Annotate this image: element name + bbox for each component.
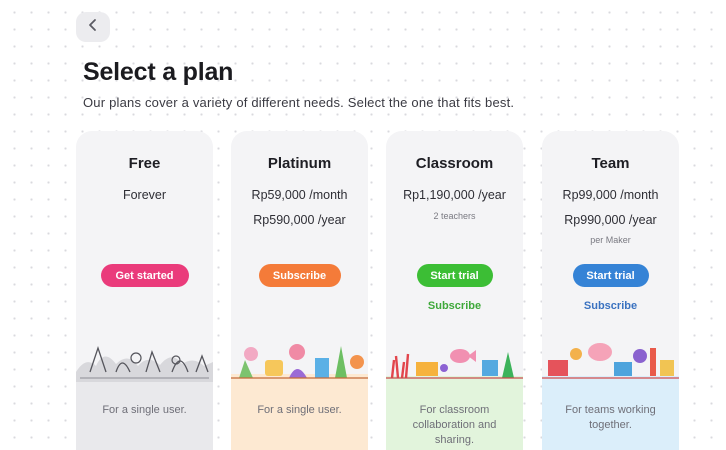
plan-footer: For a single user. (76, 382, 213, 450)
plan-price-yearly: Rp1,190,000 /year (403, 188, 506, 202)
plan-name: Team (591, 155, 630, 172)
back-button[interactable] (76, 12, 110, 42)
plan-card-free: Free Forever Get started For a single us… (76, 131, 213, 450)
plan-name: Free (128, 155, 161, 172)
plan-description: For classroom collaboration and sharing. (412, 404, 497, 446)
team-illustration (542, 338, 679, 386)
free-illustration (76, 338, 213, 386)
start-trial-button[interactable]: Start trial (416, 264, 493, 287)
subscribe-link[interactable]: Subscribe (542, 300, 679, 312)
plan-card-team: Team Rp99,000 /month Rp990,000 /year per… (542, 131, 679, 450)
plan-description: For a single user. (102, 404, 187, 416)
chevron-left-icon (87, 18, 99, 37)
plan-price-yearly: Rp590,000 /year (253, 213, 346, 227)
plan-footer: For classroom collaboration and sharing. (386, 382, 523, 450)
page-subtitle: Our plans cover a variety of different n… (83, 95, 515, 110)
plan-name: Classroom (415, 155, 494, 172)
plan-note: 2 teachers (433, 211, 476, 221)
plan-price-monthly: Rp59,000 /month (251, 188, 348, 202)
page-title: Select a plan (83, 58, 234, 86)
plan-price-monthly: Rp99,000 /month (562, 188, 659, 202)
plan-name: Platinum (267, 155, 332, 172)
get-started-button[interactable]: Get started (100, 264, 189, 287)
subscribe-link[interactable]: Subscribe (386, 300, 523, 312)
plan-footer: For teams working together. (542, 382, 679, 450)
plan-description: For teams working together. (565, 404, 656, 431)
platinum-illustration (231, 338, 368, 386)
plan-card-platinum: Platinum Rp59,000 /month Rp590,000 /year… (231, 131, 368, 450)
plan-price: Forever (122, 188, 167, 202)
plan-description: For a single user. (257, 404, 342, 416)
plan-note: per Maker (590, 235, 631, 245)
classroom-illustration (386, 338, 523, 386)
start-trial-button[interactable]: Start trial (572, 264, 649, 287)
plan-footer: For a single user. (231, 382, 368, 450)
plan-card-classroom: Classroom Rp1,190,000 /year 2 teachers S… (386, 131, 523, 450)
plan-price-yearly: Rp990,000 /year (564, 213, 657, 227)
subscribe-button[interactable]: Subscribe (258, 264, 341, 287)
